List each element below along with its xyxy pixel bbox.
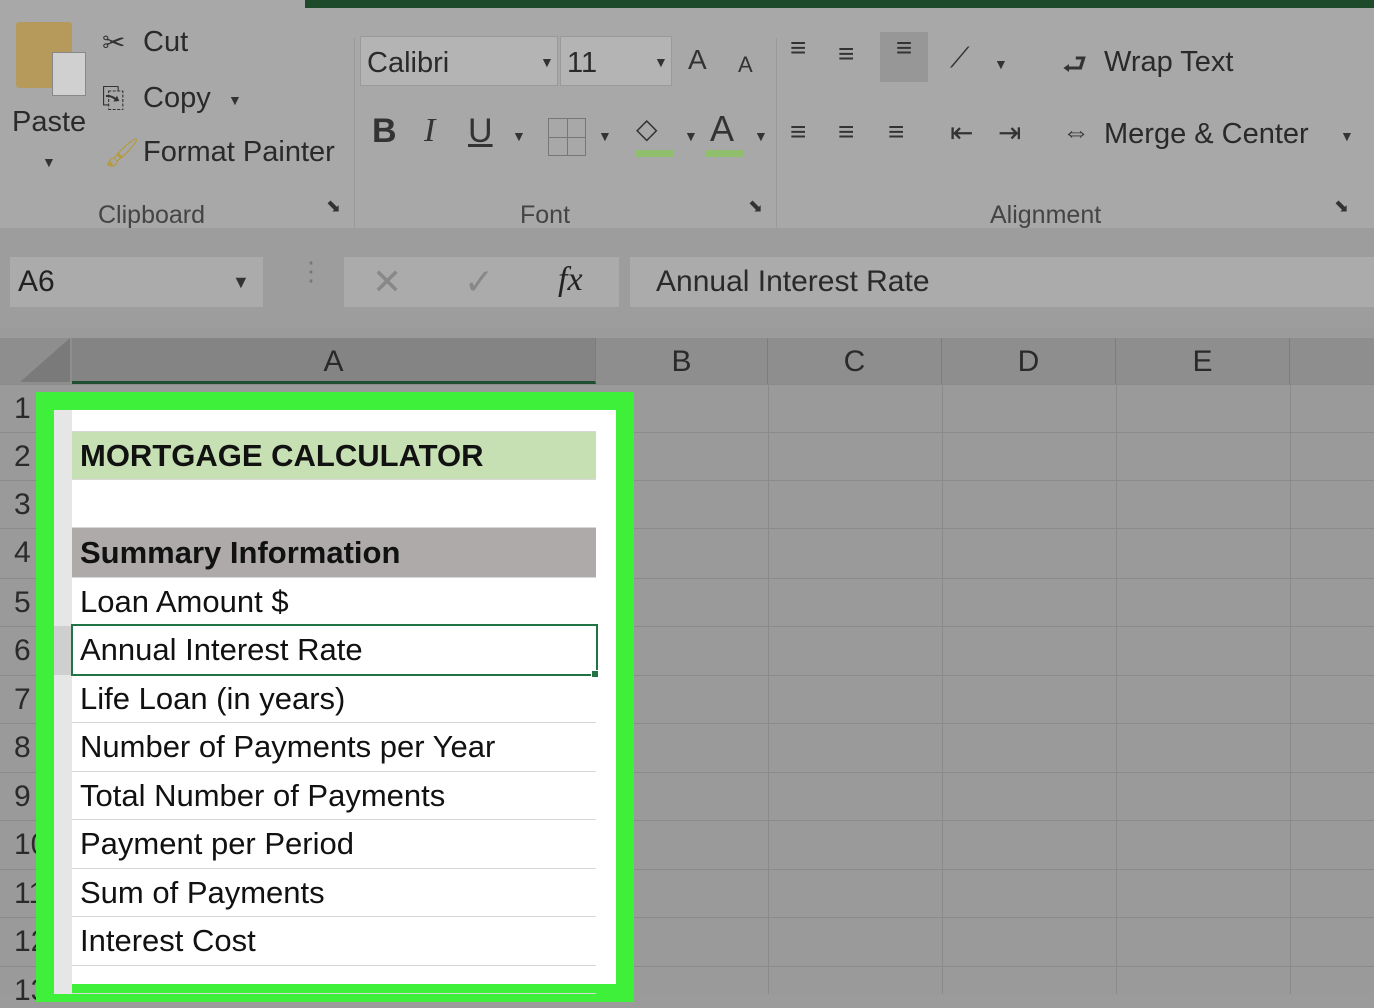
column-header-b[interactable]: B (596, 338, 768, 384)
merge-center-icon: ⇔ (1062, 116, 1090, 147)
align-right-icon[interactable]: ≡ (888, 116, 904, 148)
alignment-group-label: Alignment (990, 201, 1102, 229)
gridline (768, 384, 769, 994)
font-color-bar (706, 150, 744, 157)
font-name-select[interactable]: Calibri (360, 36, 558, 86)
align-center-icon[interactable]: ≡ (838, 116, 854, 148)
selected-cell-a6[interactable] (71, 624, 598, 676)
row-header-1[interactable]: 1 (14, 392, 31, 426)
align-bottom-icon[interactable]: ≡ (880, 32, 928, 82)
paste-page-icon (52, 52, 86, 96)
italic-button[interactable]: I (424, 112, 435, 150)
name-box[interactable]: A6 (10, 257, 263, 307)
cell-a5[interactable]: Loan Amount $ (72, 578, 596, 626)
borders-dropdown-icon[interactable]: ▼ (598, 128, 612, 144)
alignment-launcher-icon[interactable]: ⬊ (1334, 196, 1349, 217)
select-all-button[interactable] (20, 338, 70, 382)
underline-dropdown-icon[interactable]: ▼ (512, 128, 526, 144)
cell-a2[interactable]: MORTGAGE CALCULATOR (72, 432, 596, 480)
merge-dropdown-icon[interactable]: ▼ (1340, 128, 1354, 144)
row-header-9[interactable]: 9 (14, 780, 31, 814)
clipboard-group-label: Clipboard (98, 201, 206, 229)
row-header-6[interactable]: 6 (14, 634, 31, 668)
divider (354, 38, 355, 228)
formula-input[interactable]: Annual Interest Rate (630, 257, 1374, 307)
row-header-4[interactable]: 4 (14, 536, 31, 570)
wrap-text-icon: ⮐ (1062, 49, 1088, 80)
row-header-3[interactable]: 3 (14, 488, 31, 522)
column-header-a[interactable]: A (72, 338, 596, 384)
gridline (1116, 384, 1117, 994)
drag-handle-icon[interactable]: ⋮ (298, 258, 324, 284)
paste-button[interactable]: Paste (12, 106, 86, 139)
row-header-selected (54, 626, 72, 675)
column-header-e[interactable]: E (1116, 338, 1290, 384)
row-header-5[interactable]: 5 (14, 586, 31, 620)
wrap-text-button[interactable]: Wrap Text (1104, 46, 1233, 79)
cell-a9[interactable]: Total Number of Payments (72, 772, 596, 820)
chevron-down-icon: ▼ (540, 54, 554, 70)
merge-center-button[interactable]: Merge & Center (1104, 118, 1309, 151)
font-size-value: 11 (567, 47, 598, 79)
cell-a4[interactable]: Summary Information (72, 528, 596, 578)
row-header-7[interactable]: 7 (14, 683, 31, 717)
cell-a1[interactable] (72, 410, 596, 432)
cell-a10[interactable]: Payment per Period (72, 820, 596, 869)
active-tab[interactable] (0, 0, 305, 8)
borders-icon[interactable] (548, 118, 586, 156)
align-middle-icon[interactable]: ≡ (838, 38, 854, 70)
font-name-value: Calibri (367, 47, 450, 79)
name-box-value: A6 (18, 265, 55, 298)
row-header-2[interactable]: 2 (14, 440, 31, 474)
column-header-c[interactable]: C (768, 338, 942, 384)
copy-button[interactable]: Copy (143, 82, 211, 115)
cell-a12[interactable]: Interest Cost (72, 917, 596, 966)
cancel-icon[interactable]: ✕ (372, 261, 402, 303)
gridline (1290, 384, 1291, 994)
name-box-dropdown-icon[interactable]: ▼ (232, 272, 250, 293)
format-painter-button[interactable]: Format Painter (143, 136, 335, 169)
orientation-dropdown-icon[interactable]: ▼ (994, 56, 1008, 72)
ribbon: Paste ▼ ✂ Cut ⎘ Copy ▼ 🖌 Format Painter … (0, 8, 1374, 229)
row-header-8[interactable]: 8 (14, 731, 31, 765)
cell-a8[interactable]: Number of Payments per Year (72, 723, 596, 772)
clipboard-launcher-icon[interactable]: ⬊ (326, 196, 341, 217)
fill-dropdown-icon[interactable]: ▼ (684, 128, 698, 144)
decrease-font-icon[interactable]: A (738, 52, 753, 78)
fill-color-icon[interactable]: ◇ (636, 112, 658, 145)
copy-icon: ⎘ (102, 82, 125, 113)
align-left-icon[interactable]: ≡ (790, 116, 806, 148)
cell-a11[interactable]: Sum of Payments (72, 869, 596, 917)
copy-dropdown-icon[interactable]: ▼ (228, 92, 242, 108)
scissors-icon: ✂ (102, 27, 126, 58)
orientation-icon[interactable]: ⟋ (950, 42, 970, 75)
column-header-d[interactable]: D (942, 338, 1116, 384)
gridline (0, 384, 1374, 385)
cell-a13[interactable] (72, 966, 596, 994)
insert-function-button[interactable]: fx (558, 261, 583, 299)
formula-buttons: ✕ ✓ fx (344, 257, 619, 307)
increase-indent-icon[interactable]: ⇥ (998, 116, 1021, 149)
enter-icon[interactable]: ✓ (464, 261, 494, 303)
underline-button[interactable]: U (468, 112, 493, 151)
cell-a7[interactable]: Life Loan (in years) (72, 675, 596, 723)
font-launcher-icon[interactable]: ⬊ (748, 196, 763, 217)
cell-a3[interactable] (72, 480, 596, 528)
format-painter-icon: 🖌 (104, 137, 140, 168)
font-color-dropdown-icon[interactable]: ▼ (754, 128, 768, 144)
row-header-strip (54, 410, 72, 994)
paste-dropdown-icon[interactable]: ▼ (42, 154, 56, 170)
cut-button[interactable]: Cut (143, 26, 188, 59)
increase-font-icon[interactable]: A (688, 44, 707, 76)
bold-button[interactable]: B (372, 112, 397, 151)
divider (776, 38, 777, 228)
font-group-label: Font (520, 201, 571, 229)
chevron-down-icon: ▼ (654, 54, 668, 70)
decrease-indent-icon[interactable]: ⇤ (950, 116, 973, 149)
align-top-icon[interactable]: ≡ (790, 32, 806, 64)
gridline (942, 384, 943, 994)
font-color-icon[interactable]: A (710, 108, 734, 150)
fill-color-bar (636, 150, 674, 157)
fill-handle[interactable] (591, 670, 599, 678)
